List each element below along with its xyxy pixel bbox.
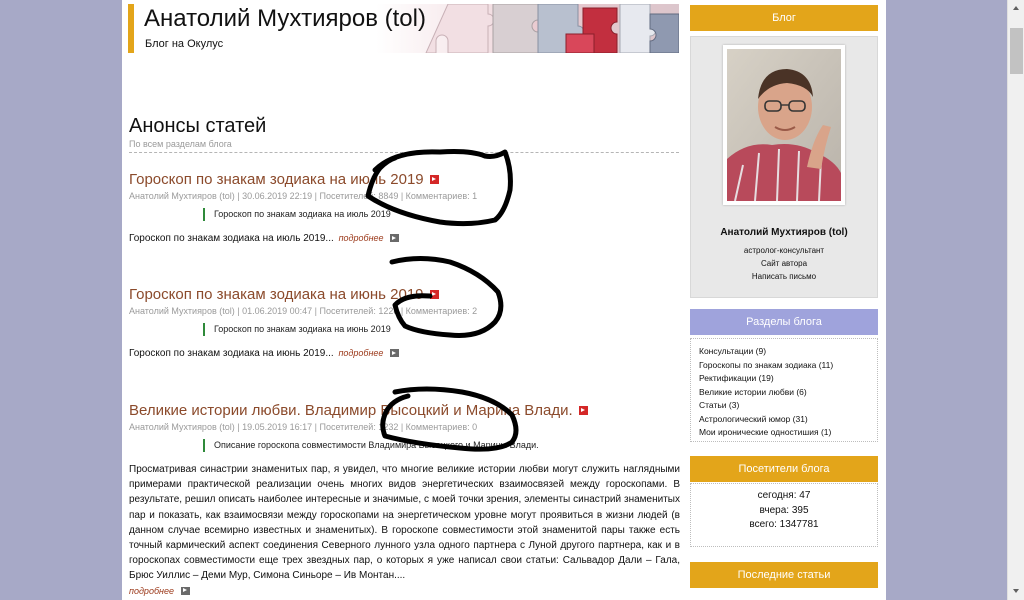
header-accent-bar <box>128 4 134 53</box>
author-card: Анатолий Мухтияров (tol) астролог-консул… <box>690 36 878 298</box>
read-more-row: подробнее <box>129 584 680 599</box>
post-meta: Анатолий Мухтияров (tol) | 30.06.2019 22… <box>129 191 478 201</box>
section-subtitle: По всем разделам блога <box>129 139 232 149</box>
post-item: Великие истории любви. Владимир Высоцкий… <box>129 402 680 599</box>
post-item: Гороскоп по знакам зодиака на июнь 2019 … <box>129 286 680 361</box>
read-more-link[interactable]: подробнее <box>339 233 384 243</box>
section-link[interactable]: Ректификации (19) <box>699 372 877 386</box>
visitors-total: всего: 1347781 <box>749 519 819 530</box>
visitors-yesterday: вчера: 395 <box>759 504 809 516</box>
read-more-link[interactable]: подробнее <box>338 348 383 358</box>
section-link[interactable]: Гороскопы по знакам зодиака (11) <box>699 359 877 373</box>
sidebar-header-visitors: Посетители блога <box>690 456 878 482</box>
puzzle-banner-icon <box>425 4 679 53</box>
post-quote: Гороскоп по знакам зодиака на июнь 2019 <box>203 323 680 336</box>
visitors-box: сегодня: 47 вчера: 395 всего: 1347781 <box>690 483 878 547</box>
post-excerpt-text: Гороскоп по знакам зодиака на июль 2019.… <box>129 233 334 244</box>
vertical-scrollbar[interactable] <box>1007 0 1024 600</box>
scroll-thumb[interactable] <box>1010 28 1023 74</box>
sections-list-box: Консультации (9) Гороскопы по знакам зод… <box>690 338 878 442</box>
arrow-right-icon[interactable] <box>578 406 588 415</box>
sidebar-header-latest: Последние статьи <box>690 562 878 588</box>
post-excerpt: Гороскоп по знакам зодиака на июнь 2019.… <box>129 346 680 361</box>
author-site-link[interactable]: Сайт автора <box>691 259 877 268</box>
post-meta: Анатолий Мухтияров (tol) | 01.06.2019 00… <box>129 306 478 316</box>
read-more-arrow-icon[interactable] <box>390 349 400 357</box>
post-title-text[interactable]: Гороскоп по знакам зодиака на июль 2019 <box>129 171 424 188</box>
read-more-arrow-icon[interactable] <box>180 586 190 595</box>
post-excerpt: Гороскоп по знакам зодиака на июль 2019.… <box>129 231 680 246</box>
post-excerpt-text: Гороскоп по знакам зодиака на июнь 2019.… <box>129 348 334 359</box>
visitors-today: сегодня: 47 <box>757 490 811 501</box>
scroll-up-arrow-icon[interactable] <box>1008 0 1024 17</box>
blog-title[interactable]: Анатолий Мухтияров (tol) <box>144 5 426 33</box>
arrow-right-icon[interactable] <box>429 290 439 299</box>
author-photo-frame[interactable] <box>723 45 845 205</box>
author-photo-avatar[interactable] <box>727 49 841 201</box>
author-name[interactable]: Анатолий Мухтияров (tol) <box>691 227 877 238</box>
blog-header: Анатолий Мухтияров (tol) Блог на Окулус <box>128 4 679 53</box>
post-title-text[interactable]: Великие истории любви. Владимир Высоцкий… <box>129 402 573 419</box>
section-link[interactable]: Астрологический юмор (31) <box>699 413 877 427</box>
page-container: Анатолий Мухтияров (tol) Блог на Окулус … <box>122 0 886 600</box>
post-quote: Гороскоп по знакам зодиака на июль 2019 <box>203 208 680 221</box>
sections-list: Консультации (9) Гороскопы по знакам зод… <box>691 339 877 440</box>
post-excerpt: Просматривая синастрии знаменитых пар, я… <box>129 462 680 584</box>
read-more-arrow-icon[interactable] <box>390 234 400 242</box>
post-meta: Анатолий Мухтияров (tol) | 19.05.2019 16… <box>129 422 478 432</box>
post-title-link[interactable]: Гороскоп по знакам зодиака на июнь 2019 <box>129 286 680 303</box>
post-title-link[interactable]: Великие истории любви. Владимир Высоцкий… <box>129 402 680 419</box>
arrow-right-icon[interactable] <box>429 175 439 184</box>
section-link[interactable]: Мои иронические одностишия (1) <box>699 426 877 440</box>
section-link[interactable]: Великие истории любви (6) <box>699 386 877 400</box>
section-link[interactable]: Статьи (3) <box>699 399 877 413</box>
section-title: Анонсы статей <box>129 115 267 137</box>
author-role: астролог-консультант <box>743 246 825 255</box>
scroll-down-arrow-icon[interactable] <box>1008 583 1024 600</box>
author-write-link[interactable]: Написать письмо <box>691 272 877 281</box>
post-quote: Описание гороскопа совместимости Владими… <box>203 439 680 452</box>
post-excerpt-text: Просматривая синастрии знаменитых пар, я… <box>129 464 680 582</box>
sidebar-header-sections: Разделы блога <box>690 309 878 335</box>
read-more-link[interactable]: подробнее <box>129 586 174 596</box>
section-divider <box>129 152 679 153</box>
sidebar-header-blog: Блог <box>690 5 878 31</box>
section-link[interactable]: Консультации (9) <box>699 345 877 359</box>
post-title-text[interactable]: Гороскоп по знакам зодиака на июнь 2019 <box>129 286 424 303</box>
blog-subtitle: Блог на Окулус <box>145 38 224 50</box>
post-item: Гороскоп по знакам зодиака на июль 2019 … <box>129 171 680 246</box>
post-title-link[interactable]: Гороскоп по знакам зодиака на июль 2019 <box>129 171 680 188</box>
